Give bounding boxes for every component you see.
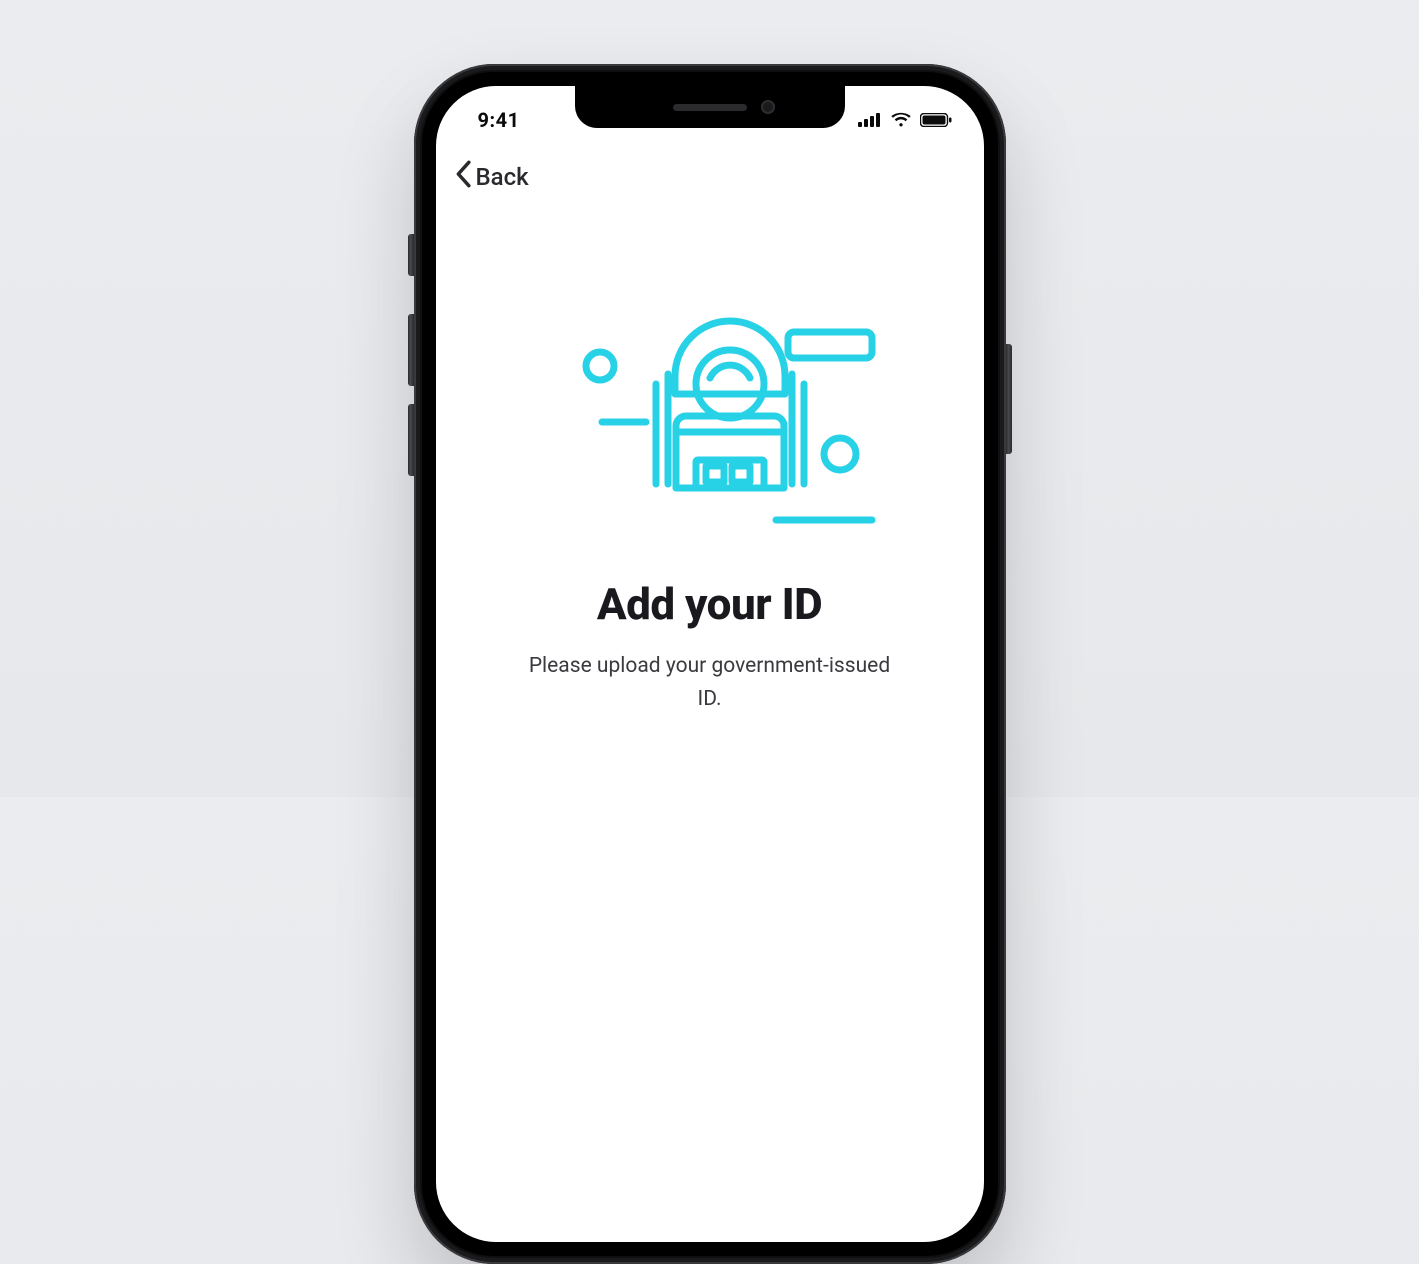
volume-down-button — [408, 404, 414, 476]
mute-switch — [408, 234, 414, 276]
status-bar: 9:41 — [436, 86, 984, 142]
page-subtitle: Please upload your government-issued ID. — [520, 650, 900, 715]
stage: 9:41 — [0, 0, 1419, 797]
back-button[interactable]: Back — [454, 160, 529, 194]
volume-up-button — [408, 314, 414, 386]
battery-icon — [920, 108, 952, 132]
phone-frame: 9:41 — [414, 64, 1006, 1264]
screen: 9:41 — [436, 86, 984, 1242]
astronaut-illustration — [540, 314, 880, 538]
wifi-icon — [890, 108, 912, 132]
back-label: Back — [476, 163, 529, 191]
status-time: 9:41 — [478, 108, 520, 132]
content: Add your ID Please upload your governmen… — [436, 314, 984, 715]
chevron-left-icon — [454, 160, 472, 194]
status-indicators — [858, 108, 952, 132]
nav-bar: Back — [436, 142, 984, 194]
cellular-icon — [858, 108, 882, 132]
power-button — [1006, 344, 1012, 454]
page-title: Add your ID — [597, 578, 822, 630]
